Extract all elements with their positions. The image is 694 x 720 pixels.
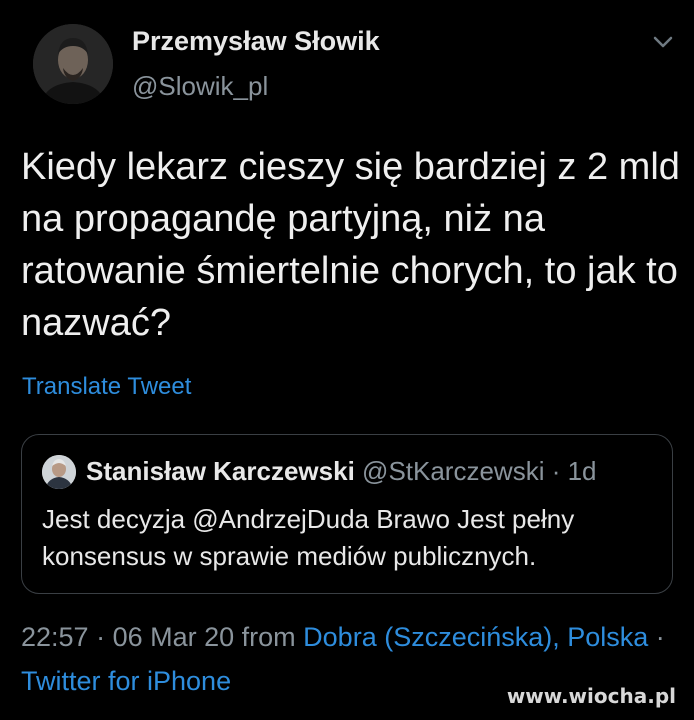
author-handle[interactable]: @Slowik_pl: [132, 71, 268, 102]
author-avatar[interactable]: [33, 24, 113, 104]
tweet-time: 22:57: [21, 622, 89, 652]
tweet-source-link[interactable]: Twitter for iPhone: [21, 666, 231, 696]
quoted-tweet-card[interactable]: Stanisław Karczewski @StKarczewski · 1d …: [21, 434, 673, 594]
quoted-author-avatar: [42, 455, 76, 489]
quoted-tweet-header: Stanisław Karczewski @StKarczewski · 1d: [86, 455, 597, 487]
translate-tweet-link[interactable]: Translate Tweet: [22, 373, 191, 401]
author-name[interactable]: Przemysław Słowik: [132, 26, 380, 57]
meta-separator: ·: [88, 622, 113, 652]
quoted-separator: ·: [544, 456, 568, 486]
tweet-detail: Przemysław Słowik @Slowik_pl Kiedy lekar…: [0, 0, 694, 720]
meta-separator: ·: [648, 622, 665, 652]
quoted-author-name: Stanisław Karczewski: [86, 456, 355, 486]
tweet-text: Kiedy lekarz cieszy się bardziej z 2 mld…: [21, 146, 680, 344]
quoted-author-handle: @StKarczewski: [362, 456, 545, 486]
chevron-down-icon[interactable]: [652, 34, 674, 50]
tweet-location-link[interactable]: Dobra (Szczecińska), Polska: [303, 622, 648, 652]
author-avatar-image: [33, 24, 113, 104]
quoted-tweet-text: Jest decyzja @AndrzejDuda Brawo Jest peł…: [42, 504, 575, 571]
tweet-date: 06 Mar 20: [112, 622, 235, 652]
quoted-tweet-age: 1d: [567, 456, 597, 486]
watermark: www.wiocha.pl: [506, 684, 676, 708]
from-label: from: [234, 622, 304, 652]
